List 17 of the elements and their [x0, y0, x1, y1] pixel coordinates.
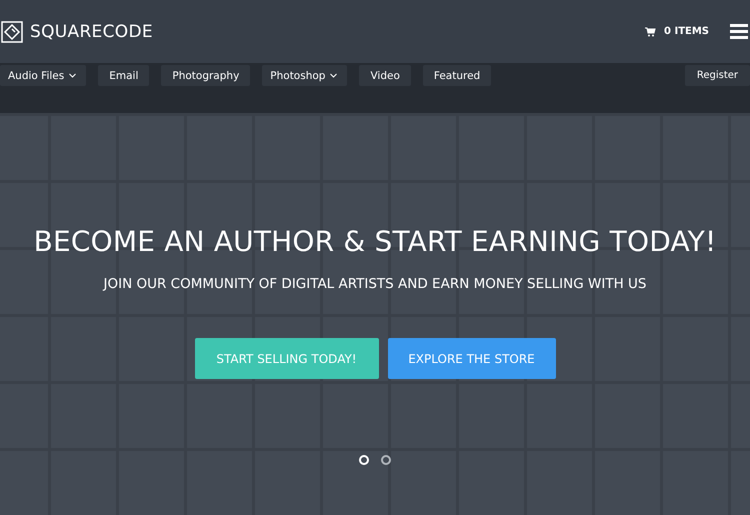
cart-count[interactable]: 0 ITEMS	[664, 26, 709, 37]
nav-item[interactable]: Audio Files	[0, 65, 86, 86]
caret-icon	[330, 73, 338, 78]
hero-subtitle: JOIN OUR COMMUNITY OF DIGITAL ARTISTS AND EARN MONEY SELLING WITH US	[104, 276, 646, 292]
hero-title: BECOME AN AUTHOR & START EARNING TODAY!	[34, 225, 716, 258]
logo-icon	[1, 20, 23, 42]
menu-icon[interactable]	[730, 24, 748, 39]
register-button[interactable]: Register	[684, 65, 750, 86]
cart-icon[interactable]	[645, 26, 656, 36]
nav-item[interactable]: Photography	[161, 65, 250, 86]
carousel-dot[interactable]	[381, 455, 391, 465]
caret-icon	[69, 73, 76, 78]
nav-item[interactable]: Featured	[422, 65, 492, 86]
nav-item[interactable]: Email	[98, 65, 150, 86]
logo-text[interactable]: SQUARECODE	[30, 22, 153, 42]
nav-item[interactable]: Video	[359, 65, 411, 86]
nav-item[interactable]: Photoshop	[262, 65, 348, 86]
